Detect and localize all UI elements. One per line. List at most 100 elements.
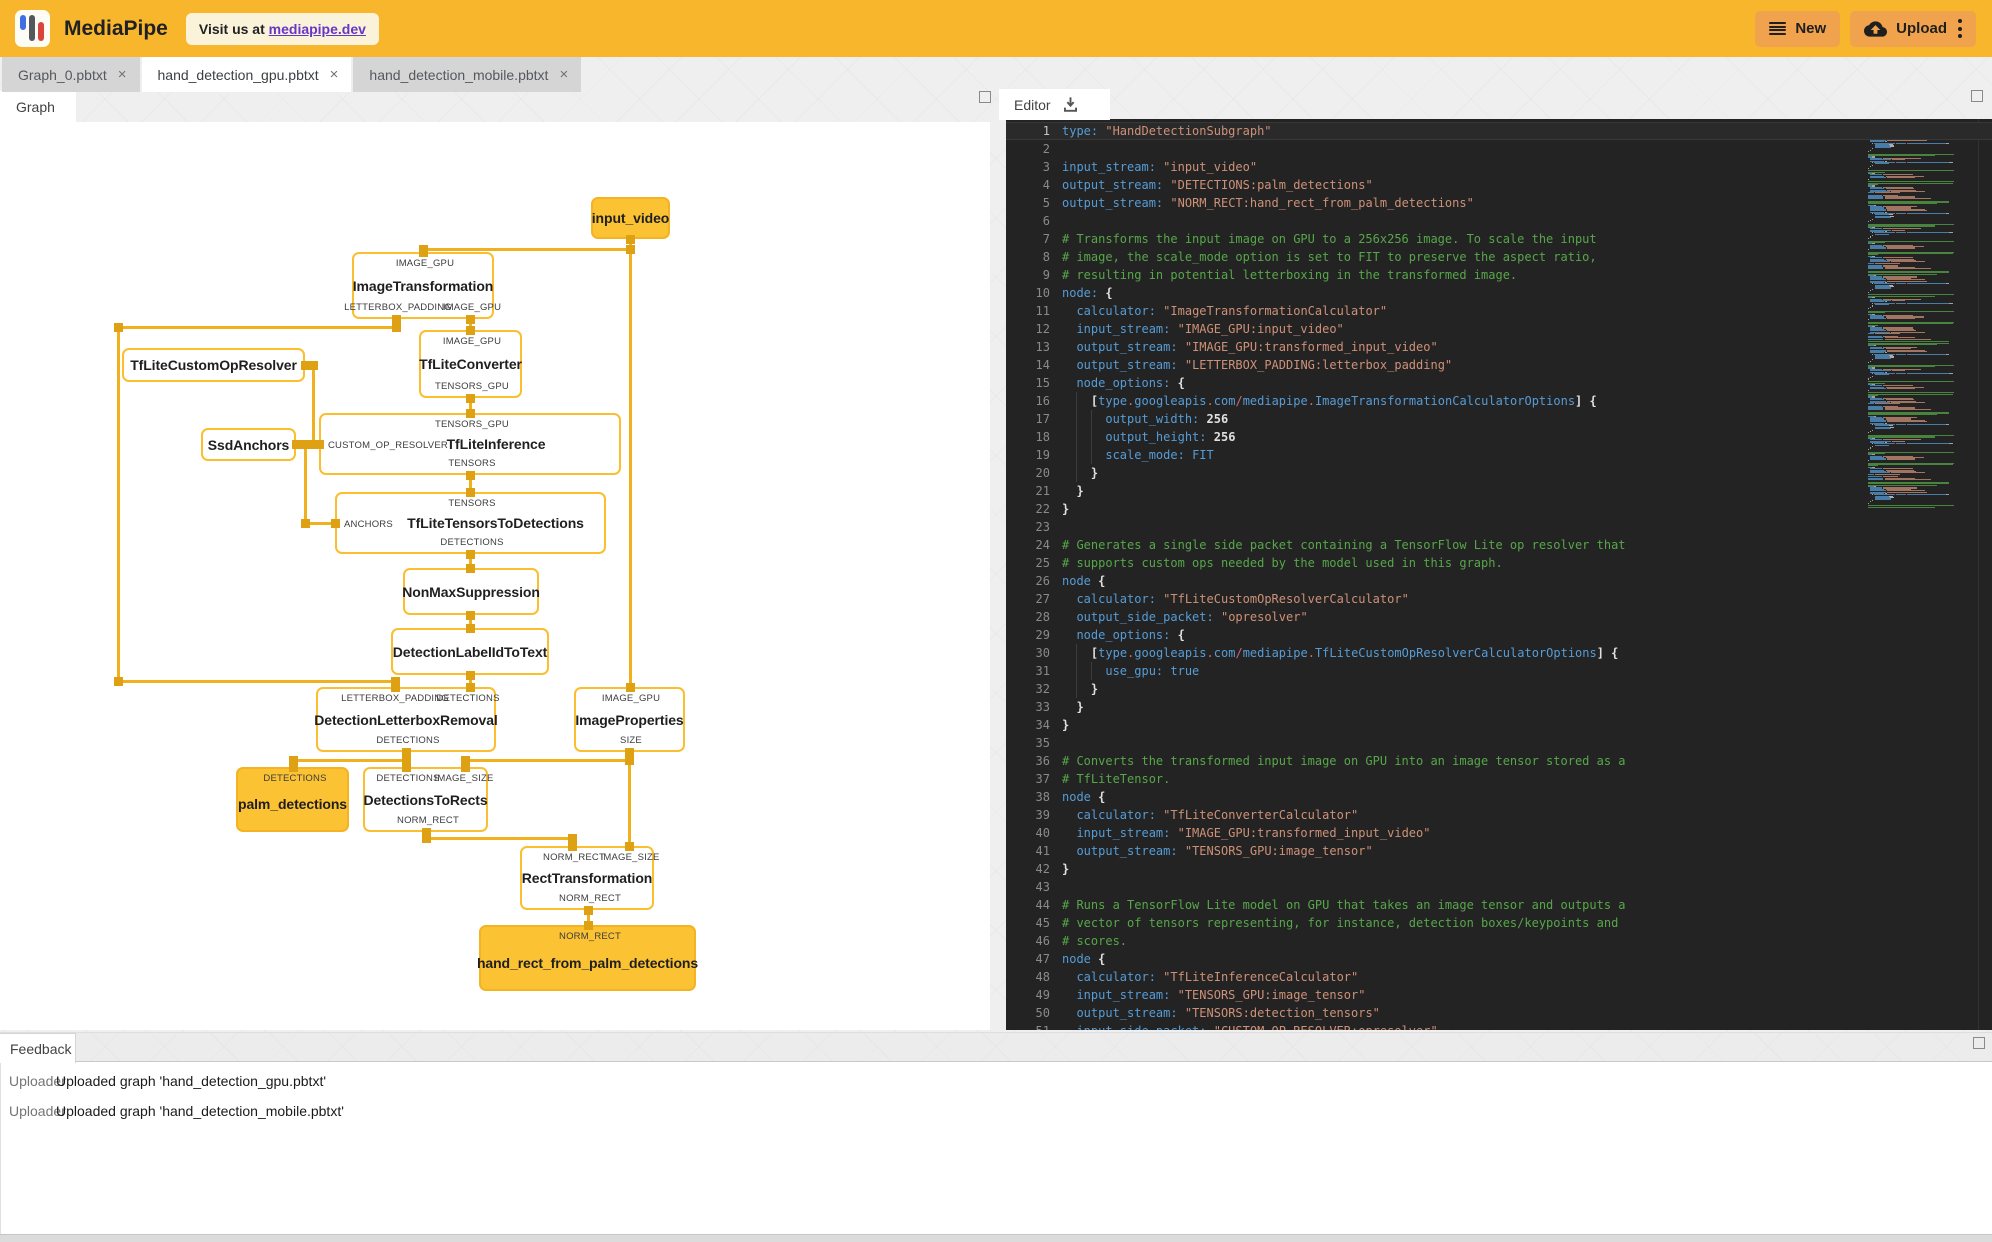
code-line-47[interactable]: 47 node { — [1006, 950, 1992, 968]
graph-node-detection_letterbox_removal[interactable]: DetectionLetterboxRemoval LETTERBOX_PADDI… — [314, 687, 499, 752]
code-line-38[interactable]: 38 node { — [1006, 788, 1992, 806]
mediapipe-dev-link[interactable]: mediapipe.dev — [269, 21, 366, 37]
upload-button[interactable]: Upload — [1850, 10, 1976, 47]
code-line-51[interactable]: 51 input_side_packet: "CUSTOM_OP_RESOLVE… — [1006, 1022, 1992, 1030]
code-line-9[interactable]: 9 # resulting in potential letterboxing i… — [1006, 266, 1992, 284]
code-line-27[interactable]: 27 calculator: "TfLiteCustomOpResolverCa… — [1006, 590, 1992, 608]
code-line-17[interactable]: 17 output_width: 256 — [1006, 410, 1992, 428]
node-title: TfLiteTensorsToDetections — [407, 515, 584, 531]
code-line-18[interactable]: 18 output_height: 256 — [1006, 428, 1992, 446]
code-line-35[interactable]: 35 — [1006, 734, 1992, 752]
code-text: } — [1062, 464, 1098, 482]
code-line-4[interactable]: 4 output_stream: "DETECTIONS:palm_detecti… — [1006, 176, 1992, 194]
expand-graph-panel-icon[interactable] — [979, 91, 991, 103]
code-line-22[interactable]: 22} — [1006, 500, 1992, 518]
code-line-33[interactable]: 33 } — [1006, 698, 1992, 716]
code-line-48[interactable]: 48 calculator: "TfLiteInferenceCalculato… — [1006, 968, 1992, 986]
code-line-46[interactable]: 46 # scores. — [1006, 932, 1992, 950]
close-tab-icon[interactable]: × — [118, 67, 127, 82]
code-line-2[interactable]: 2 — [1006, 140, 1992, 158]
graph-node-rect_transformation[interactable]: RectTransformation NORM_RECT IMAGE_SIZE NOR… — [520, 846, 659, 910]
file-tab-0[interactable]: Graph_0.pbtxt × — [2, 57, 140, 92]
code-line-32[interactable]: 32 } — [1006, 680, 1992, 698]
line-number: 46 — [1035, 934, 1050, 948]
graph-node-hand_rect_from_palm_detections[interactable]: hand_rect_from_palm_detections NORM_RECT — [477, 925, 698, 991]
graph-node-tflite_inference[interactable]: TfLiteInference TENSORS_GPU TENSORS CUSTOM_… — [319, 413, 621, 475]
code-line-11[interactable]: 11 calculator: "ImageTransformationCalcu… — [1006, 302, 1992, 320]
close-tab-icon[interactable]: × — [559, 67, 568, 82]
file-tab-1[interactable]: hand_detection_gpu.pbtxt × — [141, 57, 352, 92]
edge-connector-square — [465, 408, 475, 418]
code-line-1[interactable]: 1 type: "HandDetectionSubgraph" — [1006, 122, 1992, 140]
code-line-41[interactable]: 41 output_stream: "TENSORS_GPU:image_ten… — [1006, 842, 1992, 860]
code-line-6[interactable]: 6 — [1006, 212, 1992, 230]
code-line-7[interactable]: 7 # Transforms the input image on GPU to … — [1006, 230, 1992, 248]
code-line-29[interactable]: 29 node_options: { — [1006, 626, 1992, 644]
graph-node-tflite_tensors_to_detections[interactable]: TfLiteTensorsToDetections TENSORS DETECTIO… — [335, 492, 606, 554]
graph-node-image_properties[interactable]: ImageProperties IMAGE_GPU SIZE — [574, 687, 685, 752]
code-line-39[interactable]: 39 calculator: "TfLiteConverterCalculato… — [1006, 806, 1992, 824]
code-line-40[interactable]: 40 input_stream: "IMAGE_GPU:transformed_… — [1006, 824, 1992, 842]
file-tab-2[interactable]: hand_detection_mobile.pbtxt × — [353, 57, 582, 92]
graph-edge — [303, 442, 307, 525]
code-line-31[interactable]: 31 use_gpu: true — [1006, 662, 1992, 680]
graph-edge — [421, 247, 632, 251]
graph-node-ssd_anchors[interactable]: SsdAnchors — [201, 428, 296, 461]
line-number: 12 — [1035, 322, 1050, 336]
close-tab-icon[interactable]: × — [330, 67, 339, 82]
graph-canvas[interactable]: input_video ImageTransformation IMAGE_GPU L… — [0, 122, 990, 1030]
code-line-24[interactable]: 24 # Generates a single side packet conta… — [1006, 536, 1992, 554]
code-line-5[interactable]: 5 output_stream: "NORM_RECT:hand_rect_fro… — [1006, 194, 1992, 212]
code-line-14[interactable]: 14 output_stream: "LETTERBOX_PADDING:let… — [1006, 356, 1992, 374]
new-button[interactable]: New — [1755, 10, 1841, 47]
graph-node-image_transformation[interactable]: ImageTransformation IMAGE_GPU LETTERBOX_PA… — [344, 252, 501, 319]
code-line-44[interactable]: 44 # Runs a TensorFlow Lite model on GPU … — [1006, 896, 1992, 914]
indent-guide — [1090, 428, 1092, 446]
code-line-45[interactable]: 45 # vector of tensors representing, for … — [1006, 914, 1992, 932]
graph-node-detection_label_id_to_text[interactable]: DetectionLabelIdToText — [391, 628, 549, 675]
code-line-15[interactable]: 15 node_options: { — [1006, 374, 1992, 392]
graph-node-input_video[interactable]: input_video — [591, 197, 670, 239]
graph-node-tflite_custom_op_resolver[interactable]: TfLiteCustomOpResolver — [122, 348, 305, 382]
code-line-43[interactable]: 43 — [1006, 878, 1992, 896]
code-line-23[interactable]: 23 — [1006, 518, 1992, 536]
code-editor[interactable]: 1 type: "HandDetectionSubgraph" 2 3 input_st… — [1006, 119, 1992, 1030]
code-line-19[interactable]: 19 scale_mode: FIT — [1006, 446, 1992, 464]
graph-node-palm_detections[interactable]: palm_detections DETECTIONS — [236, 767, 349, 832]
graph-edge — [424, 836, 574, 840]
expand-feedback-panel-icon[interactable] — [1973, 1037, 1985, 1049]
code-line-49[interactable]: 49 input_stream: "TENSORS_GPU:image_tens… — [1006, 986, 1992, 1004]
code-line-25[interactable]: 25 # supports custom ops needed by the mo… — [1006, 554, 1992, 572]
code-line-30[interactable]: 30 [type.googleapis.com/mediapipe.TfLite… — [1006, 644, 1992, 662]
tab-editor[interactable]: Editor — [999, 89, 1110, 120]
code-line-34[interactable]: 34} — [1006, 716, 1992, 734]
expand-editor-panel-icon[interactable] — [1971, 90, 1983, 102]
code-line-28[interactable]: 28 output_side_packet: "opresolver" — [1006, 608, 1992, 626]
indent-guide — [1090, 446, 1092, 464]
upload-menu-kebab-icon[interactable] — [1958, 18, 1962, 40]
edge-connector-square — [465, 470, 475, 480]
tab-graph[interactable]: Graph — [0, 91, 76, 122]
code-line-20[interactable]: 20 } — [1006, 464, 1992, 482]
code-line-10[interactable]: 10 node: { — [1006, 284, 1992, 302]
code-line-36[interactable]: 36 # Converts the transformed input image… — [1006, 752, 1992, 770]
code-line-50[interactable]: 50 output_stream: "TENSORS:detection_ten… — [1006, 1004, 1992, 1022]
code-text: [type.googleapis.com/mediapipe.TfLiteCus… — [1062, 644, 1618, 662]
tab-feedback[interactable]: Feedback — [0, 1033, 76, 1063]
code-line-16[interactable]: 16 [type.googleapis.com/mediapipe.ImageT… — [1006, 392, 1992, 410]
graph-node-detections_to_rects[interactable]: DetectionsToRects DETECTIONS IMAGE_SIZE NOR… — [363, 767, 493, 832]
line-number: 35 — [1035, 736, 1050, 750]
code-line-37[interactable]: 37 # TfLiteTensor. — [1006, 770, 1992, 788]
code-line-3[interactable]: 3 input_stream: "input_video" — [1006, 158, 1992, 176]
code-line-13[interactable]: 13 output_stream: "IMAGE_GPU:transformed… — [1006, 338, 1992, 356]
graph-node-non_max_suppression[interactable]: NonMaxSuppression — [402, 568, 540, 615]
download-icon[interactable] — [1061, 95, 1080, 114]
code-line-8[interactable]: 8 # image, the scale_mode option is set t… — [1006, 248, 1992, 266]
graph-node-tflite_converter[interactable]: TfLiteConverter IMAGE_GPU TENSORS_GPU — [419, 330, 522, 398]
code-line-42[interactable]: 42} — [1006, 860, 1992, 878]
bottom-scrollbar-strip[interactable] — [0, 1234, 1992, 1242]
edge-connector-square — [625, 234, 635, 244]
code-line-12[interactable]: 12 input_stream: "IMAGE_GPU:input_video" — [1006, 320, 1992, 338]
code-line-26[interactable]: 26 node { — [1006, 572, 1992, 590]
code-line-21[interactable]: 21 } — [1006, 482, 1992, 500]
